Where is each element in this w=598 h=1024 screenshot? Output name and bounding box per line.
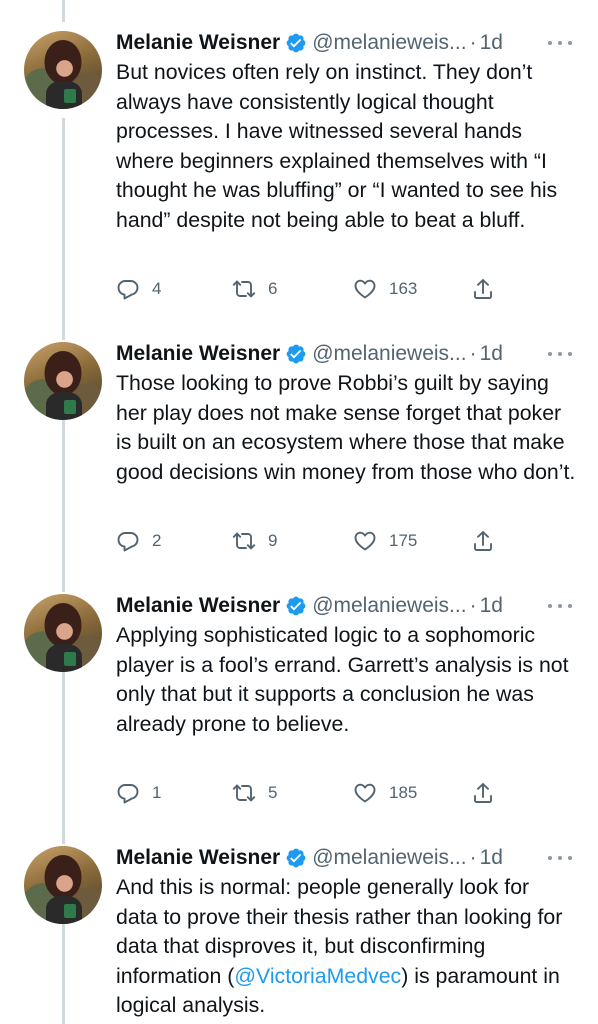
like-count: 175: [389, 531, 418, 550]
share-icon: [474, 783, 492, 803]
share-button[interactable]: [471, 276, 495, 302]
reply-icon: [117, 784, 139, 804]
share-button[interactable]: [471, 528, 495, 554]
retweet-button[interactable]: 6: [232, 276, 277, 302]
timestamp[interactable]: 1d: [480, 31, 503, 55]
retweet-icon: [232, 280, 256, 298]
like-button[interactable]: 175: [353, 528, 417, 554]
tweet-text: Applying sophisticated logic to a sophom…: [116, 623, 569, 736]
author-name[interactable]: Melanie Weisner: [116, 846, 280, 870]
timestamp[interactable]: 1d: [480, 594, 503, 618]
tweet-actions: 1 5 185: [116, 780, 576, 806]
verified-badge-icon: [286, 596, 306, 616]
avatar[interactable]: [24, 342, 102, 420]
avatar[interactable]: [24, 846, 102, 924]
tweet-header: Melanie Weisner @melanieweis... · 1d: [116, 591, 503, 621]
retweet-count: 6: [268, 279, 278, 298]
retweet-icon: [232, 784, 256, 802]
retweet-button[interactable]: 5: [232, 780, 277, 806]
reply-button[interactable]: 4: [116, 276, 161, 302]
timestamp[interactable]: 1d: [480, 342, 503, 366]
tweet-text: But novices often rely on instinct. They…: [116, 60, 558, 232]
reply-button[interactable]: 2: [116, 528, 161, 554]
like-icon: [354, 531, 376, 551]
timestamp[interactable]: 1d: [480, 846, 503, 870]
retweet-count: 5: [268, 783, 278, 802]
thread-line: [62, 0, 65, 22]
separator-dot: ·: [469, 594, 477, 617]
reply-count: 4: [152, 279, 162, 298]
like-button[interactable]: 163: [353, 276, 417, 302]
like-count: 185: [389, 783, 418, 802]
author-handle[interactable]: @melanieweis...: [312, 846, 466, 870]
share-button[interactable]: [471, 780, 495, 806]
separator-dot: ·: [469, 31, 477, 54]
tweet-header: Melanie Weisner @melanieweis... · 1d: [116, 339, 503, 369]
author-name[interactable]: Melanie Weisner: [116, 342, 280, 366]
verified-badge-icon: [286, 33, 306, 53]
like-count: 163: [389, 279, 418, 298]
like-icon: [354, 279, 376, 299]
verified-badge-icon: [286, 344, 306, 364]
author-name[interactable]: Melanie Weisner: [116, 594, 280, 618]
tweet-text: And this is normal: people generally loo…: [116, 873, 576, 1021]
reply-count: 2: [152, 531, 162, 550]
share-icon: [474, 279, 492, 299]
tweet-actions: 4 6 163: [116, 276, 576, 302]
tweet-header: Melanie Weisner @melanieweis... · 1d: [116, 843, 503, 873]
verified-badge-icon: [286, 848, 306, 868]
more-options-icon[interactable]: [548, 848, 572, 868]
more-options-icon[interactable]: [548, 596, 572, 616]
more-options-icon[interactable]: [548, 33, 572, 53]
avatar[interactable]: [24, 31, 102, 109]
thread-line: [62, 118, 65, 340]
retweet-count: 9: [268, 531, 278, 550]
author-handle[interactable]: @melanieweis...: [312, 31, 466, 55]
avatar[interactable]: [24, 594, 102, 672]
like-button[interactable]: 185: [353, 780, 417, 806]
like-icon: [354, 783, 376, 803]
reply-count: 1: [152, 783, 162, 802]
reply-icon: [117, 280, 139, 300]
author-handle[interactable]: @melanieweis...: [312, 342, 466, 366]
tweet-header: Melanie Weisner @melanieweis... · 1d: [116, 28, 503, 58]
reply-icon: [117, 532, 139, 552]
mention-link[interactable]: @VictoriaMedvec: [234, 964, 401, 988]
retweet-button[interactable]: 9: [232, 528, 277, 554]
retweet-icon: [232, 532, 256, 550]
more-options-icon[interactable]: [548, 344, 572, 364]
author-handle[interactable]: @melanieweis...: [312, 594, 466, 618]
separator-dot: ·: [469, 846, 477, 869]
reply-button[interactable]: 1: [116, 780, 161, 806]
share-icon: [474, 531, 492, 551]
author-name[interactable]: Melanie Weisner: [116, 31, 280, 55]
tweet-actions: 2 9 175: [116, 528, 576, 554]
separator-dot: ·: [469, 342, 477, 365]
tweet-text: Those looking to prove Robbi’s guilt by …: [116, 371, 576, 484]
